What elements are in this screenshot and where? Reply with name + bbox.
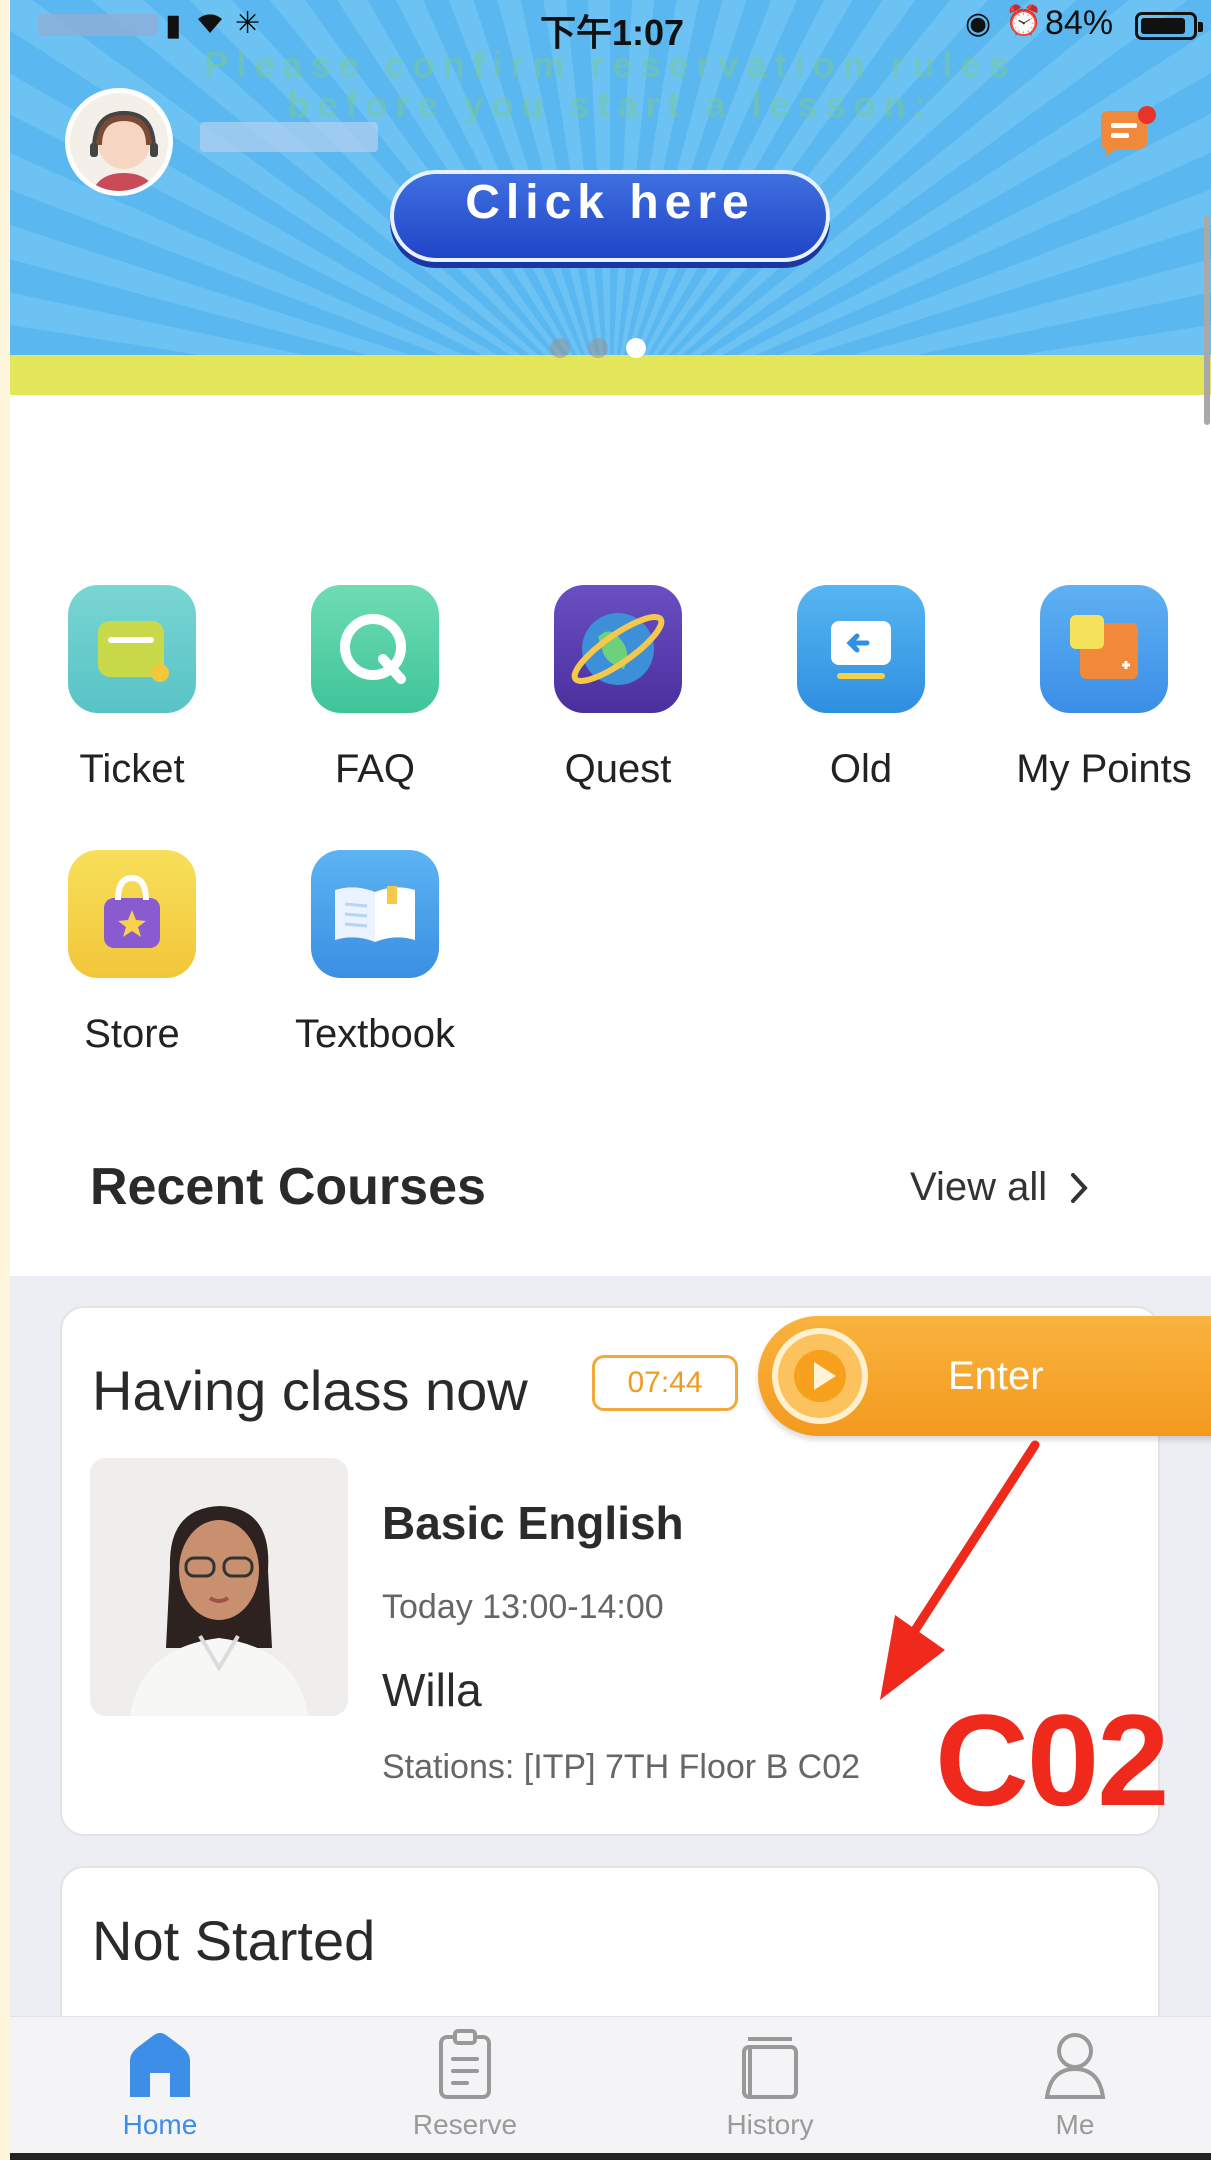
- banner-cta-button[interactable]: Click here: [390, 170, 830, 262]
- home-icon: [130, 2033, 190, 2097]
- quick-action-quest[interactable]: Quest: [528, 585, 708, 792]
- play-icon: [772, 1328, 868, 1424]
- quick-action-label: My Points: [1016, 747, 1192, 791]
- enter-label: Enter: [948, 1354, 1044, 1398]
- banner-yellow-band: [10, 355, 1211, 395]
- history-book-icon: [742, 2037, 798, 2099]
- battery-icon: [1135, 12, 1203, 40]
- clipboard-icon: [439, 2029, 491, 2099]
- class-status: Having class now: [92, 1359, 528, 1422]
- annotation-label: C02: [935, 1687, 1169, 1833]
- tab-label: Me: [1055, 2109, 1095, 2140]
- loading-icon: ✳: [235, 7, 261, 40]
- avatar[interactable]: [65, 88, 173, 196]
- tab-label: Home: [122, 2109, 198, 2140]
- recent-courses-title: Recent Courses: [90, 1158, 486, 1216]
- banner-dot[interactable]: [550, 338, 570, 358]
- class-timer-badge: 07:44: [592, 1355, 738, 1411]
- home-indicator: [10, 2153, 1211, 2160]
- quick-action-old[interactable]: Old: [771, 585, 951, 792]
- app-screen: Please confirm reservation rules before …: [10, 0, 1211, 2160]
- person-icon: [1044, 2033, 1106, 2099]
- quick-action-label: Quest: [564, 747, 672, 791]
- tab-label: History: [726, 2109, 814, 2140]
- banner-faded-text-2: before you start a lesson:: [287, 84, 934, 125]
- tab-reserve[interactable]: Reserve: [355, 2027, 575, 2141]
- quick-action-label: FAQ: [334, 747, 416, 791]
- tab-home[interactable]: Home: [50, 2027, 270, 2141]
- quick-action-ticket[interactable]: Ticket: [42, 585, 222, 792]
- tab-history[interactable]: History: [660, 2027, 880, 2141]
- chat-bubble-icon: [1101, 106, 1156, 157]
- ticket-icon: [68, 585, 196, 713]
- not-started-title: Not Started: [92, 1909, 376, 1972]
- course-time: Today 13:00-14:00: [382, 1588, 664, 1626]
- faq-icon: [311, 585, 439, 713]
- quick-action-faq[interactable]: FAQ: [285, 585, 465, 792]
- carrier-name-redacted: [38, 14, 158, 36]
- signal-icon: ▮: [165, 9, 182, 42]
- course-name: Basic English: [382, 1497, 684, 1549]
- rotation-lock-icon: ◉: [965, 7, 992, 40]
- teacher-portrait-image: [90, 1458, 348, 1716]
- enter-class-button[interactable]: Enter: [758, 1316, 1211, 1436]
- quick-action-store[interactable]: Store: [42, 850, 222, 1057]
- quick-action-label: Old: [829, 747, 893, 791]
- view-all-label: View all: [910, 1165, 1048, 1209]
- banner-dot[interactable]: [588, 338, 608, 358]
- page-scrollbar[interactable]: [1204, 215, 1210, 425]
- teacher-name: Willa: [382, 1664, 482, 1716]
- status-time: 下午1:07: [540, 12, 685, 53]
- old-screen-icon: [797, 585, 925, 713]
- teacher-photo: [90, 1458, 348, 1716]
- quick-action-textbook[interactable]: Textbook: [285, 850, 465, 1057]
- wifi-icon: [195, 6, 225, 43]
- username-redacted: [200, 122, 378, 152]
- promo-banner[interactable]: Please confirm reservation rules before …: [10, 0, 1211, 395]
- status-bar: ▮ ✳ 下午1:07 ◉ ⏰ 84%: [10, 0, 1211, 56]
- quick-action-label: Store: [84, 1012, 180, 1056]
- quick-action-label: Textbook: [294, 1012, 456, 1056]
- banner-pagination: [550, 338, 646, 358]
- messages-button[interactable]: [1095, 105, 1157, 161]
- textbook-icon: [311, 850, 439, 978]
- quick-action-my-points[interactable]: My Points: [1014, 585, 1194, 792]
- quest-planet-icon: [554, 585, 682, 713]
- bottom-tab-bar: Home Reserve History Me: [10, 2016, 1211, 2160]
- alarm-icon: ⏰: [1005, 5, 1043, 38]
- station-info: Stations: [ITP] 7TH Floor B C02: [382, 1748, 861, 1786]
- view-all-link[interactable]: View all: [910, 1165, 1089, 1210]
- store-bag-icon: [68, 850, 196, 978]
- tab-me[interactable]: Me: [965, 2027, 1185, 2141]
- quick-action-label: Ticket: [79, 747, 185, 791]
- points-card-icon: [1040, 585, 1168, 713]
- tab-label: Reserve: [412, 2109, 518, 2140]
- chevron-right-icon: [1071, 1172, 1088, 1203]
- battery-percent: 84%: [1045, 4, 1114, 42]
- banner-dot-active[interactable]: [626, 338, 646, 358]
